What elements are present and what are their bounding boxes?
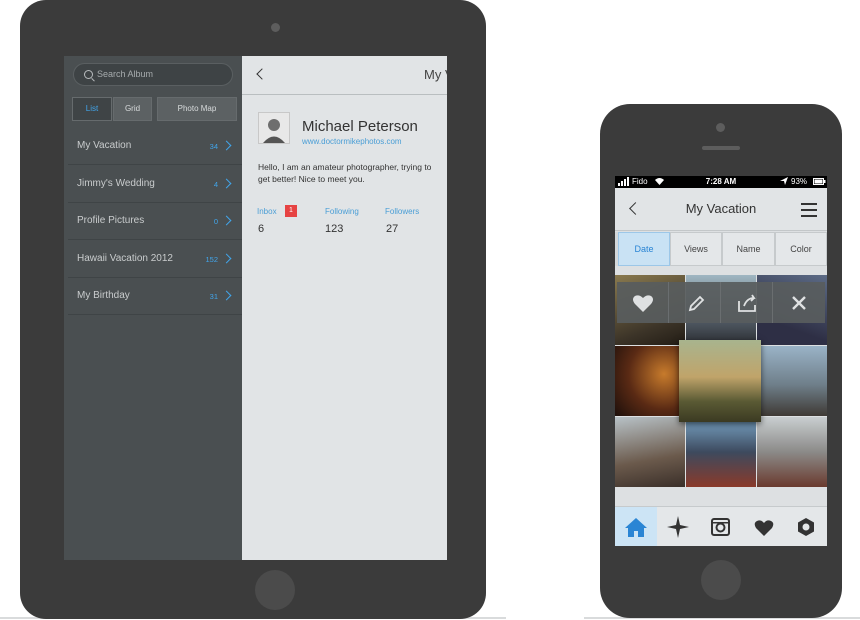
chevron-right-icon bbox=[221, 178, 232, 189]
location-icon bbox=[780, 177, 788, 187]
album-count: 31 bbox=[209, 292, 218, 301]
inbox-badge: 1 bbox=[285, 205, 297, 217]
sort-name[interactable]: Name bbox=[722, 232, 775, 266]
menu-icon[interactable] bbox=[801, 202, 817, 217]
photo-thumbnail[interactable] bbox=[615, 417, 685, 487]
tab-photo-map[interactable]: Photo Map bbox=[157, 97, 237, 121]
sort-date[interactable]: Date bbox=[618, 232, 670, 266]
favorites-icon[interactable] bbox=[743, 507, 785, 546]
photo-action-bar bbox=[617, 282, 825, 323]
profile-header-bar: My V bbox=[242, 56, 447, 95]
explore-icon[interactable] bbox=[657, 507, 699, 546]
battery-percent: 93% bbox=[791, 177, 808, 186]
tablet-home-button[interactable] bbox=[255, 570, 295, 610]
tablet-screen: Search Album List Grid Photo Map My Vaca… bbox=[64, 56, 447, 560]
album-name: Hawaii Vacation 2012 bbox=[77, 253, 173, 264]
followers-label: Followers bbox=[385, 207, 420, 216]
profile-bio: Hello, I am an amateur photographer, try… bbox=[258, 162, 432, 184]
photo-thumbnail[interactable] bbox=[757, 417, 827, 487]
sort-segmented-control: Date Views Name Color bbox=[615, 232, 827, 266]
camera-icon[interactable] bbox=[700, 507, 742, 546]
page-title: My Vacation bbox=[685, 201, 757, 216]
phone-camera bbox=[716, 123, 725, 132]
avatar bbox=[258, 112, 290, 144]
album-count: 0 bbox=[213, 217, 218, 226]
album-sidebar: Search Album List Grid Photo Map My Vaca… bbox=[64, 56, 242, 560]
tab-grid[interactable]: Grid bbox=[113, 97, 152, 121]
album-name: Profile Pictures bbox=[77, 215, 145, 226]
search-album-field[interactable]: Search Album bbox=[73, 63, 233, 86]
album-count: 152 bbox=[205, 255, 218, 264]
album-row[interactable]: My Birthday 31 bbox=[68, 277, 242, 315]
album-name: My Birthday bbox=[77, 290, 130, 301]
phone-speaker bbox=[702, 146, 740, 150]
phone-screen: Fido 7:28 AM 93% My Vacation Date Views … bbox=[615, 176, 827, 546]
chevron-right-icon bbox=[221, 140, 232, 151]
bottom-tab-bar bbox=[615, 506, 827, 546]
search-icon bbox=[84, 70, 93, 79]
album-row[interactable]: My Vacation 34 bbox=[68, 127, 242, 165]
phone-home-button[interactable] bbox=[701, 560, 741, 600]
battery-icon bbox=[813, 178, 826, 187]
tab-list[interactable]: List bbox=[72, 97, 112, 121]
photo-thumbnail[interactable] bbox=[757, 346, 827, 416]
inbox-label: Inbox bbox=[257, 207, 277, 216]
phone-nav-bar: My Vacation bbox=[615, 188, 827, 231]
settings-icon[interactable] bbox=[785, 507, 827, 546]
sort-color[interactable]: Color bbox=[775, 232, 827, 266]
heart-icon[interactable] bbox=[617, 282, 669, 323]
album-count: 34 bbox=[209, 142, 218, 151]
tablet-camera bbox=[271, 23, 280, 32]
close-icon[interactable] bbox=[773, 282, 825, 323]
album-row[interactable]: Profile Pictures 0 bbox=[68, 202, 242, 240]
chevron-right-icon bbox=[221, 290, 232, 301]
album-row[interactable]: Jimmy's Wedding 4 bbox=[68, 165, 242, 203]
panel-title: My V bbox=[424, 67, 447, 82]
followers-value: 27 bbox=[386, 223, 399, 235]
inbox-value: 6 bbox=[258, 223, 265, 235]
profile-website-link[interactable]: www.doctormikephotos.com bbox=[302, 137, 402, 146]
album-name: Jimmy's Wedding bbox=[77, 178, 155, 189]
photo-thumbnail[interactable] bbox=[686, 417, 756, 487]
pencil-icon[interactable] bbox=[669, 282, 721, 323]
following-label: Following bbox=[325, 207, 359, 216]
profile-name: Michael Peterson bbox=[302, 118, 418, 135]
share-icon[interactable] bbox=[721, 282, 773, 323]
home-icon[interactable] bbox=[615, 507, 657, 546]
photo-thumbnail-selected[interactable] bbox=[679, 340, 761, 422]
sort-views[interactable]: Views bbox=[670, 232, 722, 266]
album-count: 4 bbox=[213, 180, 218, 189]
album-name: My Vacation bbox=[77, 140, 132, 151]
photo-thumbnail[interactable] bbox=[615, 346, 685, 416]
chevron-right-icon bbox=[221, 215, 232, 226]
search-placeholder: Search Album bbox=[97, 69, 154, 79]
album-row[interactable]: Hawaii Vacation 2012 152 bbox=[68, 240, 242, 278]
following-value: 123 bbox=[325, 223, 344, 235]
chevron-right-icon bbox=[221, 253, 232, 264]
status-bar: Fido 7:28 AM 93% bbox=[615, 176, 827, 188]
back-arrow-icon[interactable] bbox=[256, 68, 268, 80]
